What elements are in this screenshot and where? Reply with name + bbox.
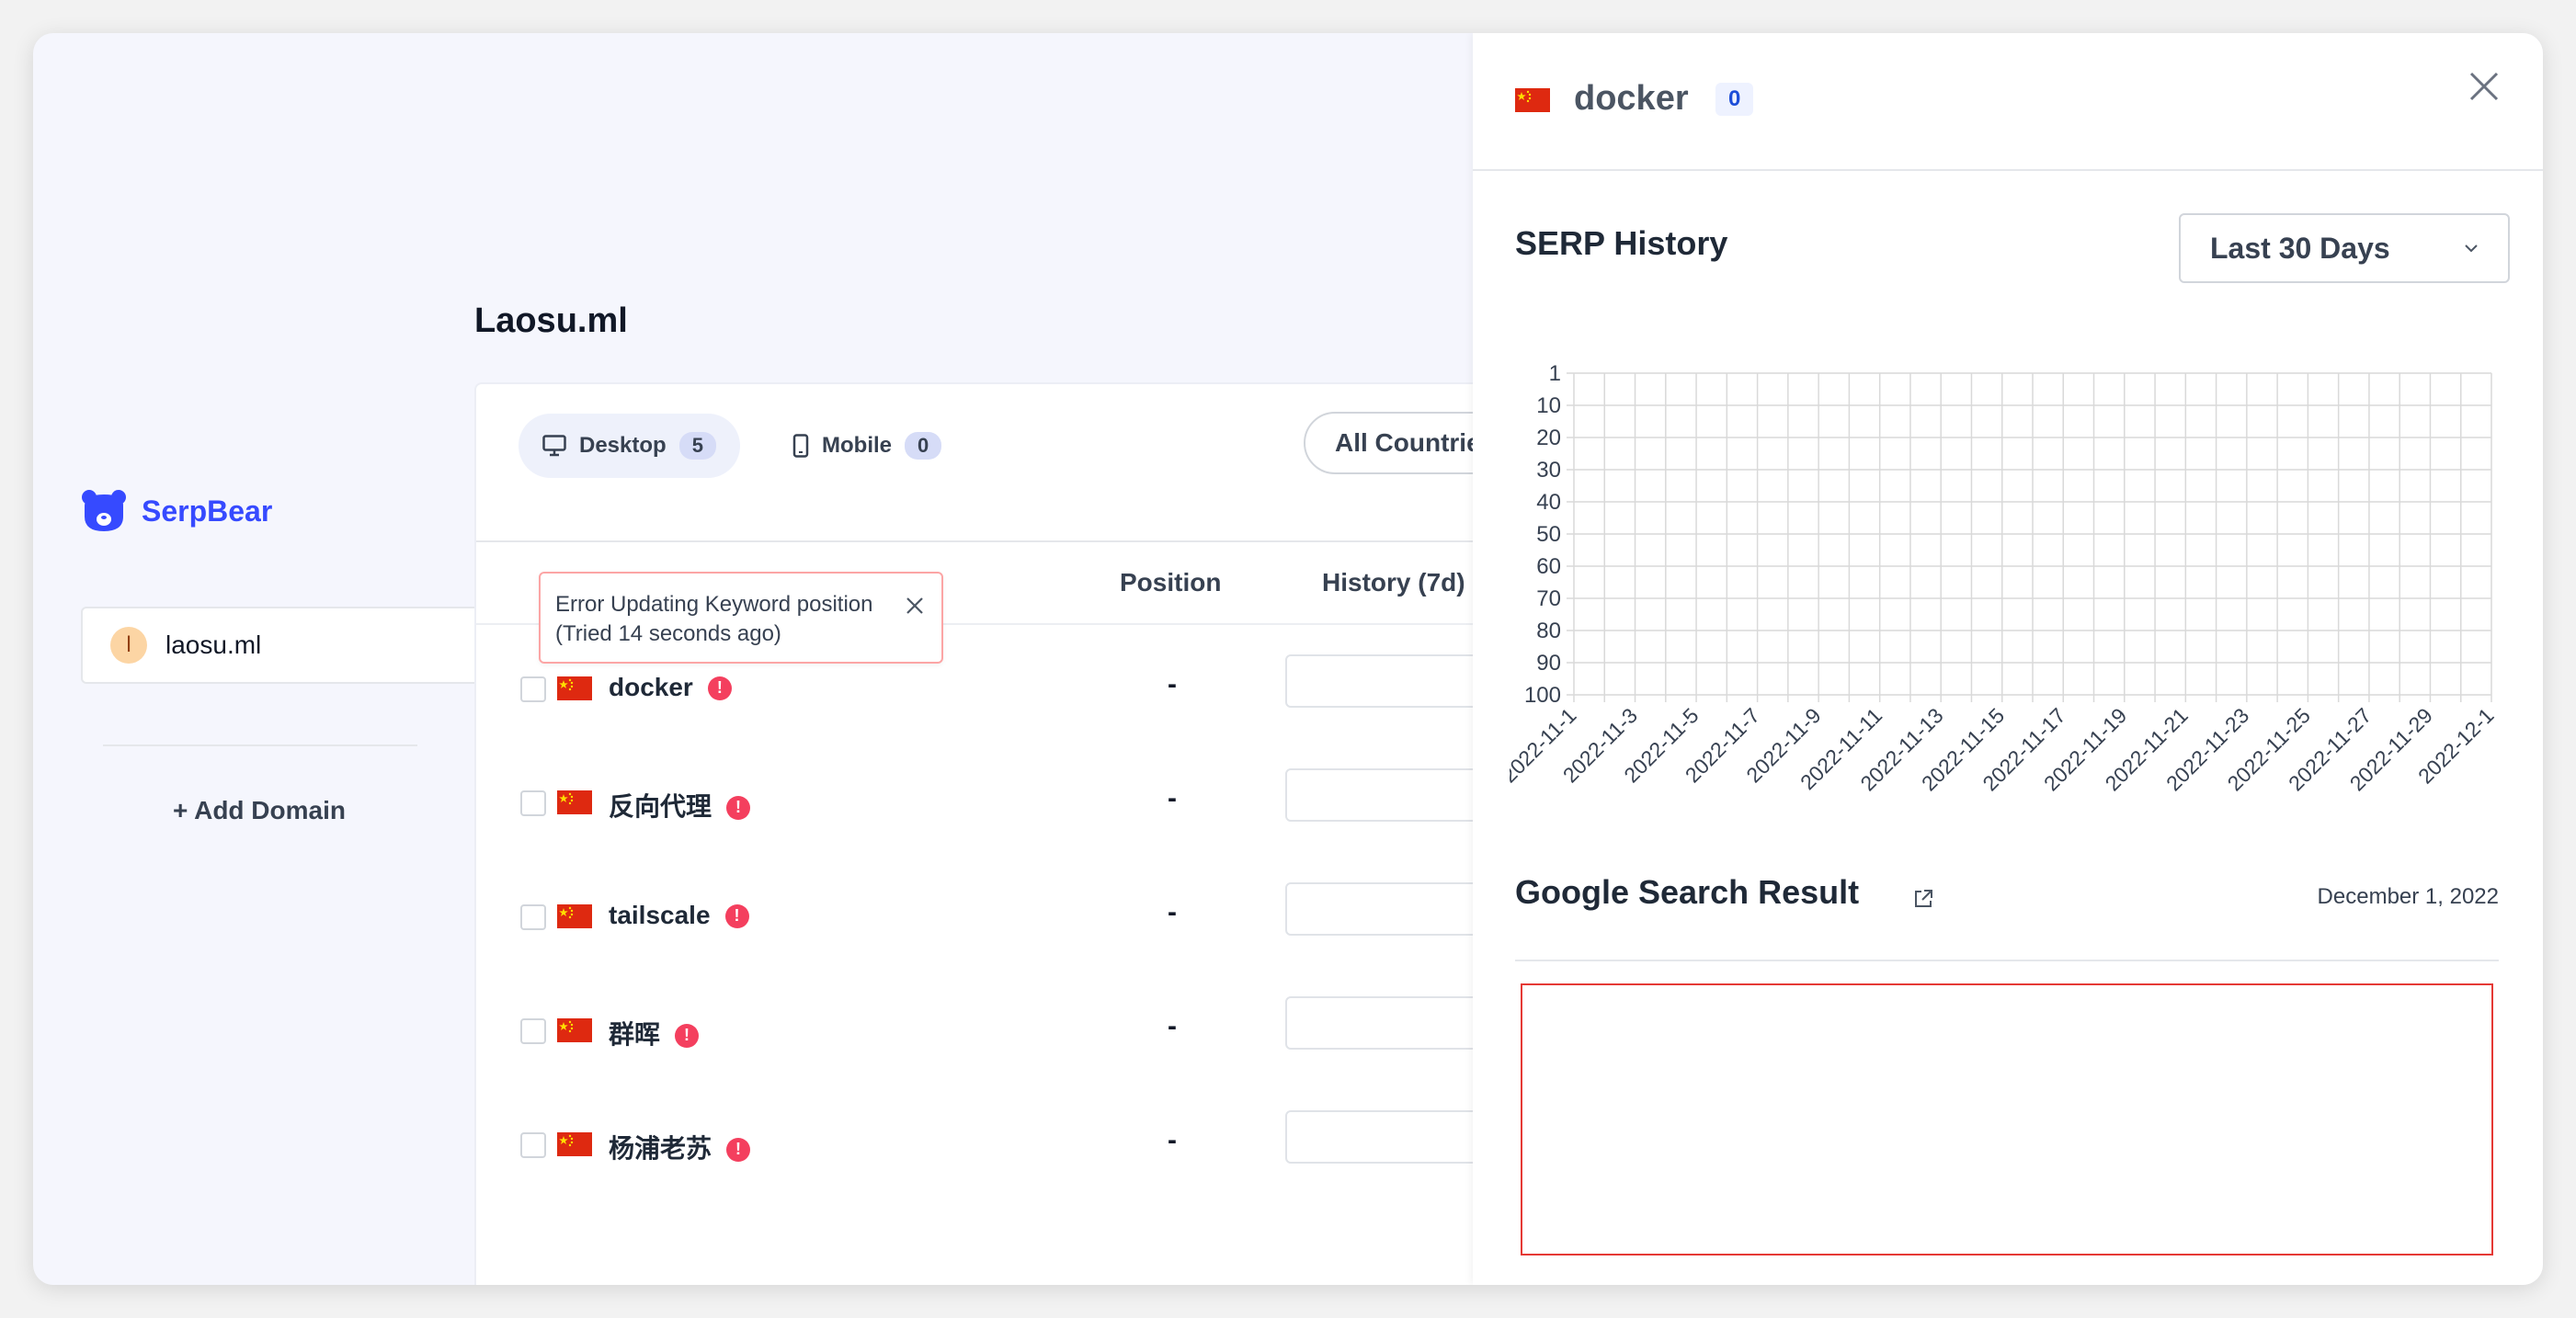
page-title: Laosu.ml [474, 301, 628, 340]
keyword-details-panel: docker 0 SERP History Last 30 Days 1 10 20… [1473, 33, 2543, 1285]
serp-history-chart: 11020304050607080901002022-11-12022-11-3… [1510, 361, 2499, 796]
tab-mobile-count: 0 [905, 432, 942, 460]
position-value: - [1168, 1125, 1177, 1155]
column-header-history: History (7d) [1322, 568, 1465, 597]
table-row[interactable]: docker! - [476, 654, 1598, 774]
desktop-icon [542, 435, 566, 457]
close-icon[interactable] [905, 596, 925, 616]
chart-y-tick-label: 60 [1536, 554, 1561, 579]
add-domain-button[interactable]: + Add Domain [173, 796, 346, 825]
countries-filter-label: All Countries [1335, 428, 1496, 457]
app-window: SerpBear l laosu.ml + Add Domain Laosu.m… [33, 33, 2543, 1285]
cn-flag-icon [1515, 88, 1550, 112]
error-toast: Error Updating Keyword position (Tried 1… [539, 572, 943, 664]
panel-header: docker 0 [1473, 33, 2543, 171]
google-search-result-title: Google Search Result [1515, 873, 1860, 911]
column-header-position[interactable]: Position [1120, 568, 1221, 597]
cn-flag-icon [557, 790, 592, 814]
chart-y-tick-label: 40 [1536, 490, 1561, 515]
domain-avatar: l [110, 627, 147, 664]
google-search-result-date: December 1, 2022 [2317, 884, 2499, 909]
google-search-result-frame [1521, 983, 2493, 1256]
chart-y-tick-label: 30 [1536, 458, 1561, 483]
error-icon[interactable]: ! [726, 1137, 751, 1162]
tab-desktop-count: 5 [678, 432, 716, 460]
row-checkbox[interactable] [520, 790, 546, 816]
error-icon[interactable]: ! [707, 676, 732, 700]
row-checkbox[interactable] [520, 676, 546, 702]
keywords-card: Desktop 5 Mobile 0 All Countries Positio… [474, 382, 1671, 1285]
chart-y-tick-label: 100 [1524, 683, 1561, 708]
panel-position-badge: 0 [1715, 83, 1754, 116]
chart-y-tick-label: 50 [1536, 522, 1561, 547]
tab-mobile[interactable]: Mobile 0 [769, 414, 965, 478]
external-link-icon[interactable] [1912, 888, 1934, 910]
row-checkbox[interactable] [520, 1132, 546, 1158]
chart-y-tick-label: 70 [1536, 586, 1561, 611]
table-row[interactable]: 群晖! - [476, 996, 1598, 1116]
brand-name: SerpBear [142, 494, 273, 528]
brand[interactable]: SerpBear [81, 489, 272, 533]
mobile-icon [792, 434, 809, 458]
gsr-divider [1515, 960, 2499, 961]
position-value: - [1168, 783, 1177, 813]
sidebar-divider [103, 744, 417, 746]
position-value: - [1168, 1011, 1177, 1041]
toast-message-line2: (Tried 14 seconds ago) [555, 621, 781, 646]
error-icon[interactable]: ! [675, 1023, 700, 1048]
cn-flag-icon [557, 676, 592, 700]
keyword-text: 杨浦老苏 [609, 1134, 712, 1163]
chart-y-tick-label: 10 [1536, 393, 1561, 418]
tab-desktop[interactable]: Desktop 5 [519, 414, 740, 478]
date-range-select[interactable]: Last 30 Days [2179, 213, 2510, 283]
table-row[interactable]: 杨浦老苏! - [476, 1110, 1598, 1230]
toast-message-line1: Error Updating Keyword position [555, 592, 873, 617]
card-divider [476, 540, 1576, 542]
keyword-text: tailscale [609, 901, 711, 929]
table-row[interactable]: 反向代理! - [476, 768, 1598, 888]
cn-flag-icon [557, 904, 592, 928]
table-row[interactable]: tailscale! - [476, 882, 1598, 1002]
chart-y-tick-label: 20 [1536, 426, 1561, 450]
close-icon[interactable] [2468, 70, 2501, 103]
error-icon[interactable]: ! [726, 795, 751, 820]
keyword-text: 群晖 [609, 1020, 661, 1049]
domain-name: laosu.ml [165, 631, 262, 659]
tab-mobile-label: Mobile [822, 433, 892, 458]
chevron-down-icon [2465, 244, 2478, 253]
serp-history-title: SERP History [1515, 224, 1728, 262]
keyword-text: 反向代理 [609, 792, 712, 821]
position-value: - [1168, 669, 1177, 699]
row-checkbox[interactable] [520, 904, 546, 930]
bear-logo-icon [82, 490, 126, 531]
row-checkbox[interactable] [520, 1018, 546, 1044]
panel-keyword: docker [1574, 79, 1689, 118]
chart-y-tick-label: 1 [1549, 361, 1561, 386]
tab-desktop-label: Desktop [579, 433, 667, 458]
chart-y-tick-label: 90 [1536, 651, 1561, 676]
cn-flag-icon [557, 1018, 592, 1042]
keyword-text: docker [609, 673, 693, 701]
chart-y-tick-label: 80 [1536, 619, 1561, 643]
date-range-value: Last 30 Days [2210, 231, 2390, 265]
sidebar-domain-item[interactable]: l laosu.ml [81, 607, 541, 684]
position-value: - [1168, 897, 1177, 927]
cn-flag-icon [557, 1132, 592, 1156]
error-icon[interactable]: ! [724, 903, 749, 928]
